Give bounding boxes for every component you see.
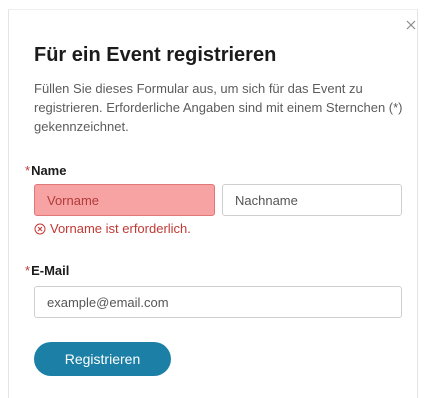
dialog-description: Füllen Sie dieses Formular aus, um sich …	[34, 81, 403, 134]
name-label: *Name	[25, 163, 66, 178]
name-label-text: Name	[31, 163, 67, 178]
first-name-error-text: Vorname ist erforderlich.	[50, 221, 191, 236]
register-button[interactable]: Registrieren	[34, 342, 171, 376]
dialog-title: Für ein Event registrieren	[34, 44, 277, 66]
required-marker: *	[25, 263, 31, 278]
first-name-input[interactable]	[34, 184, 215, 216]
required-marker: *	[25, 163, 31, 178]
email-label: *E-Mail	[25, 263, 69, 278]
email-input[interactable]	[34, 286, 402, 318]
close-icon[interactable]	[404, 18, 418, 32]
first-name-error: Vorname ist erforderlich.	[34, 221, 191, 236]
error-circle-x-icon	[34, 223, 46, 234]
last-name-input[interactable]	[222, 184, 402, 216]
email-label-text: E-Mail	[31, 263, 70, 278]
